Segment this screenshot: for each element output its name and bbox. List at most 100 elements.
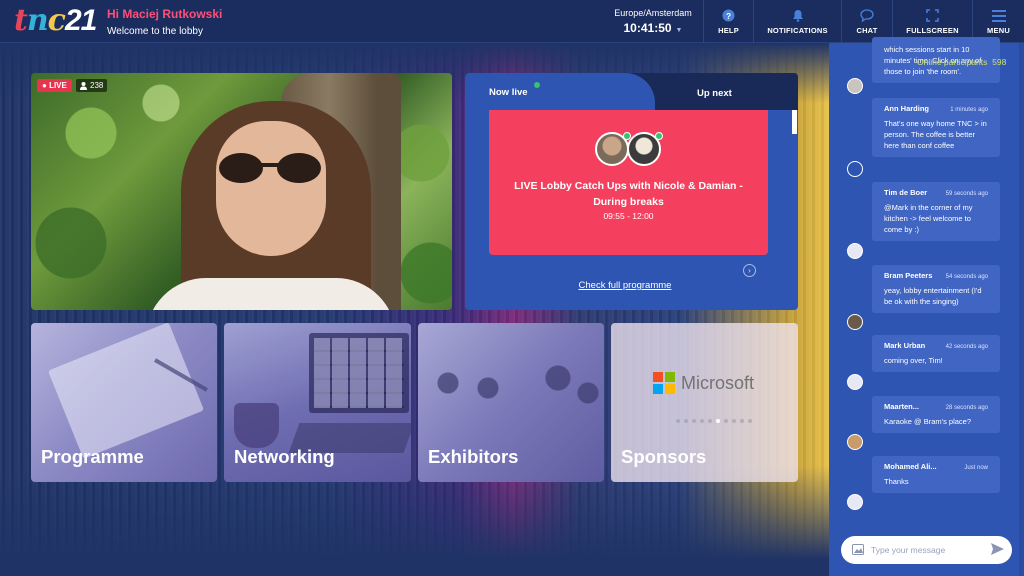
- timezone-label: Europe/Amsterdam: [614, 8, 692, 18]
- tile-sponsors-label: Sponsors: [621, 446, 707, 467]
- logo-letter-n: n: [26, 3, 49, 38]
- video-speaker-face: [216, 121, 326, 256]
- help-label: HELP: [718, 25, 739, 35]
- carousel-dots[interactable]: [676, 419, 752, 423]
- check-full-programme-link[interactable]: Check full programme: [465, 280, 785, 291]
- fullscreen-icon: [926, 9, 939, 23]
- logo-letter-c: c: [47, 3, 66, 38]
- notifications-button[interactable]: NOTIFICATIONS: [753, 0, 841, 43]
- chat-message-text: @Mark in the corner of my kitchen -> fee…: [884, 203, 973, 234]
- panel-scrollbar[interactable]: [792, 110, 797, 134]
- chat-label: CHAT: [856, 25, 878, 35]
- chat-timestamp: 28 seconds ago: [945, 405, 988, 411]
- hamburger-icon: [991, 9, 1006, 23]
- avatar[interactable]: [847, 374, 863, 390]
- session-card[interactable]: LIVE Lobby Catch Ups with Nicole & Damia…: [489, 110, 768, 277]
- online-indicator: [655, 132, 663, 140]
- menu-label: MENU: [987, 25, 1010, 35]
- person-icon: [80, 81, 87, 90]
- chevron-down-icon: ▼: [675, 27, 683, 34]
- microsoft-squares-icon: [653, 372, 675, 394]
- avatar[interactable]: [847, 434, 863, 450]
- send-icon[interactable]: [991, 543, 1004, 555]
- chat-timestamp: 59 seconds ago: [945, 191, 988, 197]
- chat-message: Mohamed Ali... Just now Thanks: [872, 456, 1000, 493]
- chat-scrollbar[interactable]: [1019, 43, 1024, 576]
- chat-author: Bram Peeters: [884, 271, 933, 280]
- chat-author: Ann Harding: [884, 104, 929, 113]
- viewer-count-value: 238: [90, 81, 104, 90]
- host-avatars: [595, 132, 665, 168]
- greeting-block: Hi Maciej Rutkowski Welcome to the lobby: [107, 7, 222, 37]
- chat-message-text: yeay, lobby entertainment (I'd be ok wit…: [884, 286, 982, 306]
- chat-message: Maarten... 28 seconds ago Karaoke @ Bram'…: [872, 396, 1000, 433]
- sponsor-name: Microsoft: [681, 372, 755, 393]
- chat-message: Ann Harding 1 minutes ago That's one way …: [872, 98, 1000, 157]
- svg-text:?: ?: [726, 11, 731, 21]
- tab-up-next[interactable]: Up next: [697, 88, 732, 99]
- chat-timestamp: 42 seconds ago: [945, 344, 988, 350]
- lobby-welcome: Welcome to the lobby: [107, 26, 203, 37]
- logo-letter-t: t: [14, 3, 28, 38]
- chat-author: Mohamed Ali...: [884, 462, 937, 471]
- live-badge: ● LIVE: [37, 79, 72, 92]
- avatar[interactable]: [847, 78, 863, 94]
- tile-programme[interactable]: Programme: [31, 323, 217, 482]
- chat-timestamp: 1 minutes ago: [950, 107, 988, 113]
- sunglasses-graphic: [219, 153, 321, 183]
- tile-exhibitors[interactable]: Exhibitors: [418, 323, 604, 482]
- help-button[interactable]: ? HELP: [703, 0, 753, 43]
- chat-message-text: coming over, Tim!: [884, 356, 943, 365]
- bell-icon: [792, 9, 804, 23]
- tile-sponsors[interactable]: Microsoft Sponsors: [611, 323, 798, 482]
- chat-message-text: That's one way home TNC > in person. The…: [884, 119, 987, 150]
- background-fade-bottom: [0, 466, 829, 576]
- tile-networking-label: Networking: [234, 446, 335, 467]
- top-bar: tnc21 Hi Maciej Rutkowski Welcome to the…: [0, 0, 1024, 43]
- tnc21-logo[interactable]: tnc21: [14, 3, 97, 38]
- tab-now-live-label: Now live: [489, 87, 528, 98]
- help-icon: ?: [722, 9, 735, 23]
- chat-panel: which sessions start in 10 minutes' time…: [829, 37, 1024, 576]
- time-display: 10:41:50 ▼: [611, 21, 695, 35]
- chat-message: Tim de Boer 59 seconds ago @Mark in the c…: [872, 182, 1000, 241]
- online-label: Online participants: [917, 57, 988, 67]
- image-icon[interactable]: [852, 544, 864, 555]
- chat-timestamp: 54 seconds ago: [945, 274, 988, 280]
- online-indicator: [623, 132, 631, 140]
- tile-networking-video-grid: [314, 338, 404, 408]
- avatar[interactable]: [847, 314, 863, 330]
- microsoft-logo: Microsoft: [653, 372, 754, 394]
- tile-networking[interactable]: Networking: [224, 323, 411, 482]
- fullscreen-label: FULLSCREEN: [906, 25, 959, 35]
- chat-bubble-icon: [860, 9, 874, 23]
- live-label: LIVE: [49, 81, 67, 90]
- clock[interactable]: Europe/Amsterdam 10:41:50 ▼: [611, 8, 695, 35]
- tile-exhibitors-label: Exhibitors: [428, 446, 519, 467]
- chat-message: Mark Urban 42 seconds ago coming over, Ti…: [872, 335, 1000, 372]
- chat-message-text: Thanks: [884, 477, 909, 486]
- chat-message-input[interactable]: [871, 542, 981, 558]
- online-participants: Online participants 598: [917, 57, 1006, 67]
- live-video-player[interactable]: ● LIVE 238: [31, 73, 452, 310]
- chat-author: Maarten...: [884, 402, 920, 411]
- tile-exhibitors-image: [418, 363, 604, 443]
- session-title: LIVE Lobby Catch Ups with Nicole & Damia…: [514, 180, 743, 208]
- chat-message-text: Karaoke @ Bram's place?: [884, 417, 972, 426]
- chat-author: Mark Urban: [884, 341, 926, 350]
- time-value: 10:41:50: [623, 21, 672, 35]
- notifications-label: NOTIFICATIONS: [767, 25, 828, 35]
- video-speaker-shoulders: [146, 278, 396, 310]
- chat-composer: [841, 536, 1012, 564]
- avatar[interactable]: [847, 494, 863, 510]
- avatar[interactable]: [847, 161, 863, 177]
- online-count-value: 598: [992, 57, 1007, 67]
- logo-number: 21: [64, 4, 97, 37]
- tab-now-live[interactable]: Now live: [465, 73, 655, 110]
- viewer-count: 238: [76, 79, 108, 92]
- chat-message: Bram Peeters 54 seconds ago yeay, lobby e…: [872, 265, 1000, 313]
- avatar[interactable]: [847, 243, 863, 259]
- chat-timestamp: Just now: [964, 465, 988, 471]
- chat-author: Tim de Boer: [884, 188, 928, 197]
- arrow-right-icon[interactable]: ›: [743, 264, 756, 277]
